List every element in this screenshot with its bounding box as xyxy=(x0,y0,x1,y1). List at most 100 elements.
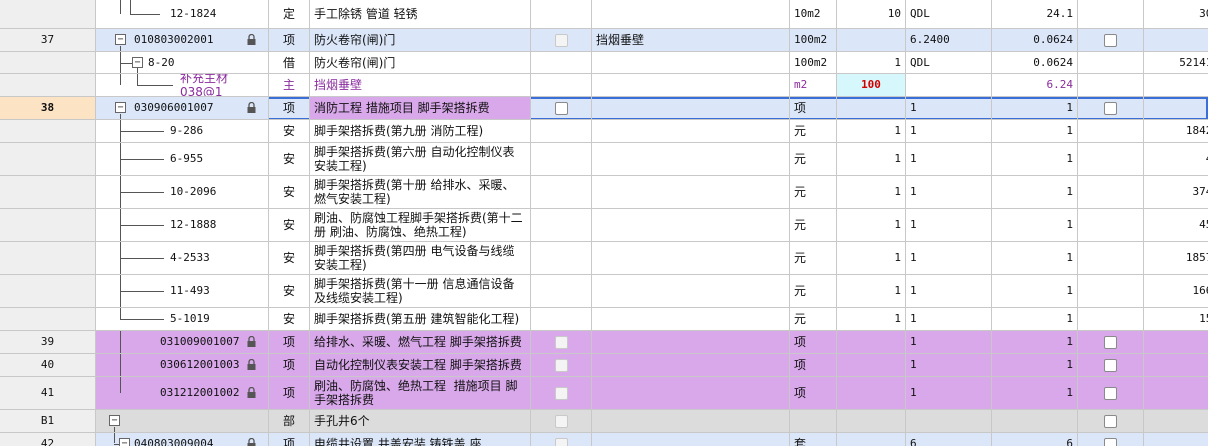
row-unit[interactable]: 项 xyxy=(790,354,837,377)
row-qty[interactable]: 1 xyxy=(837,52,906,74)
row-check-cell[interactable] xyxy=(531,433,592,446)
row-expr[interactable]: QDL xyxy=(906,52,992,74)
row-expr[interactable]: 6.2400 xyxy=(906,29,992,52)
row-check2-cell[interactable] xyxy=(1078,29,1144,52)
row-unit[interactable]: 套 xyxy=(790,433,837,446)
checkbox[interactable] xyxy=(1104,101,1117,115)
row-name[interactable]: 手工除锈 管道 轻锈 xyxy=(310,0,531,29)
row-expr[interactable]: 1 xyxy=(906,120,992,143)
table-row[interactable]: 5-1019 安 脚手架搭拆费(第五册 建筑智能化工程) 元 1 1 1 15. xyxy=(0,308,1208,331)
checkbox[interactable] xyxy=(1104,414,1117,428)
row-name[interactable]: 消防工程 措施项目 脚手架搭拆费 xyxy=(310,97,531,120)
table-row[interactable]: 42 − 040803009004 项 电缆井设置 井盖安装 铸铁盖 座 套 6… xyxy=(0,433,1208,446)
row-unit[interactable]: 100m2 xyxy=(790,52,837,74)
row-feature[interactable] xyxy=(592,209,790,242)
row-unit[interactable] xyxy=(790,410,837,433)
row-name[interactable]: 给排水、采暖、燃气工程 脚手架搭拆费 xyxy=(310,331,531,354)
row-unit[interactable]: 10m2 xyxy=(790,0,837,29)
checkbox[interactable] xyxy=(554,101,568,115)
checkbox[interactable] xyxy=(1104,335,1117,349)
checkbox[interactable] xyxy=(554,358,568,372)
row-name[interactable]: 防火卷帘(闸)门 xyxy=(310,52,531,74)
row-feature[interactable] xyxy=(592,275,790,308)
row-name[interactable]: 脚手架搭拆费(第十一册 信息通信设备及线缆安装工程) xyxy=(310,275,531,308)
row-feature[interactable] xyxy=(592,74,790,97)
collapse-icon[interactable]: − xyxy=(109,415,120,426)
row-unit[interactable]: 元 xyxy=(790,242,837,275)
table-row-selected[interactable]: 38 − 030906001007 项 消防工程 措施项目 脚手架搭拆费 项 1… xyxy=(0,97,1208,120)
row-name[interactable]: 脚手架搭拆费(第十册 给排水、采暖、燃气安装工程) xyxy=(310,176,531,209)
checkbox[interactable] xyxy=(1104,33,1117,47)
row-name[interactable]: 脚手架搭拆费(第六册 自动化控制仪表安装工程) xyxy=(310,143,531,176)
row-expr[interactable]: 1 xyxy=(906,176,992,209)
table-row[interactable]: 39 031009001007 项 给排水、采暖、燃气工程 脚手架搭拆费 项 1… xyxy=(0,331,1208,354)
row-expr[interactable]: 1 xyxy=(906,331,992,354)
row-qty[interactable]: 1 xyxy=(837,242,906,275)
row-expr[interactable]: QDL xyxy=(906,0,992,29)
row-code-cell[interactable]: 11-493 xyxy=(96,275,269,308)
row-expr[interactable]: 1 xyxy=(906,275,992,308)
row-check2-cell[interactable] xyxy=(1078,331,1144,354)
row-unit[interactable]: 元 xyxy=(790,209,837,242)
row-feature[interactable] xyxy=(592,242,790,275)
row-unit[interactable]: 元 xyxy=(790,120,837,143)
row-feature[interactable] xyxy=(592,120,790,143)
row-check-cell[interactable] xyxy=(531,97,592,120)
row-name[interactable]: 防火卷帘(闸)门 xyxy=(310,29,531,52)
row-unit[interactable]: 元 xyxy=(790,275,837,308)
row-qty[interactable]: 100 xyxy=(837,74,906,97)
table-row[interactable]: 12-1888 安 刷油、防腐蚀工程脚手架搭拆费(第十二册 刷油、防腐蚀、绝热工… xyxy=(0,209,1208,242)
row-expr[interactable]: 1 xyxy=(906,377,992,410)
row-qty[interactable]: 1 xyxy=(837,120,906,143)
row-qty[interactable]: 10 xyxy=(837,0,906,29)
row-qty[interactable] xyxy=(837,433,906,446)
checkbox[interactable] xyxy=(554,33,568,47)
table-row[interactable]: 12-1824 定 手工除锈 管道 轻锈 10m2 10 QDL 24.1 30… xyxy=(0,0,1208,29)
row-qty[interactable]: 1 xyxy=(837,275,906,308)
checkbox[interactable] xyxy=(554,437,568,446)
row-name[interactable]: 刷油、防腐蚀工程脚手架搭拆费(第十二册 刷油、防腐蚀、绝热工程) xyxy=(310,209,531,242)
row-feature[interactable] xyxy=(592,433,790,446)
row-qty[interactable] xyxy=(837,354,906,377)
row-unit[interactable]: 元 xyxy=(790,308,837,331)
row-unit[interactable]: m2 xyxy=(790,74,837,97)
row-qty[interactable]: 1 xyxy=(837,176,906,209)
row-check2-cell[interactable] xyxy=(1078,433,1144,446)
row-unit[interactable]: 项 xyxy=(790,97,837,120)
row-expr[interactable]: 1 xyxy=(906,308,992,331)
row-name[interactable]: 自动化控制仪表安装工程 脚手架搭拆费 xyxy=(310,354,531,377)
row-code-cell[interactable]: − 8-20 xyxy=(96,52,269,74)
table-row[interactable]: − 8-20 借 防火卷帘(闸)门 100m2 1 QDL 0.0624 521… xyxy=(0,52,1208,74)
table-row[interactable]: 37 − 010803002001 项 防火卷帘(闸)门 挡烟垂壁 100m2 … xyxy=(0,29,1208,52)
row-code-cell[interactable]: 030612001003 xyxy=(96,354,269,377)
checkbox[interactable] xyxy=(1104,386,1117,400)
row-name[interactable]: 手孔井6个 xyxy=(310,410,531,433)
row-qty[interactable]: 1 xyxy=(837,209,906,242)
row-unit[interactable]: 元 xyxy=(790,176,837,209)
row-code-cell[interactable]: 5-1019 xyxy=(96,308,269,331)
row-name[interactable]: 挡烟垂壁 xyxy=(310,74,531,97)
checkbox[interactable] xyxy=(554,414,568,428)
row-code-cell[interactable]: − 030906001007 xyxy=(96,97,269,120)
collapse-icon[interactable]: − xyxy=(132,56,143,68)
row-code-cell[interactable]: 补充主材038@1 xyxy=(96,74,269,97)
row-expr[interactable]: 1 xyxy=(906,242,992,275)
row-check-cell[interactable] xyxy=(531,29,592,52)
row-check-cell[interactable] xyxy=(531,410,592,433)
row-qty[interactable] xyxy=(837,377,906,410)
row-name[interactable]: 脚手架搭拆费(第九册 消防工程) xyxy=(310,120,531,143)
row-code-cell[interactable]: 10-2096 xyxy=(96,176,269,209)
table-row[interactable]: 11-493 安 脚手架搭拆费(第十一册 信息通信设备及线缆安装工程) 元 1 … xyxy=(0,275,1208,308)
row-check2-cell[interactable] xyxy=(1078,97,1144,120)
row-unit[interactable]: 元 xyxy=(790,143,837,176)
row-code-cell[interactable]: 031212001002 xyxy=(96,377,269,410)
row-code-cell[interactable]: 6-955 xyxy=(96,143,269,176)
row-feature[interactable] xyxy=(592,377,790,410)
collapse-icon[interactable]: − xyxy=(115,102,126,113)
row-unit[interactable]: 项 xyxy=(790,331,837,354)
checkbox[interactable] xyxy=(554,386,568,400)
collapse-icon[interactable]: − xyxy=(115,34,126,45)
row-check-cell[interactable] xyxy=(531,331,592,354)
row-unit[interactable]: 100m2 xyxy=(790,29,837,52)
row-feature[interactable] xyxy=(592,143,790,176)
